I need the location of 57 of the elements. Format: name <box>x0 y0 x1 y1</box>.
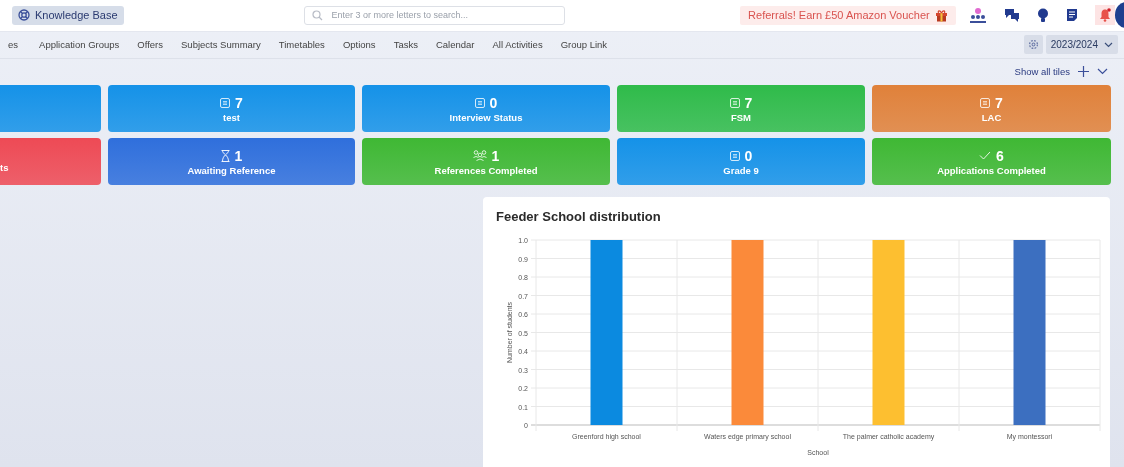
tile-count: 6 <box>996 147 1004 164</box>
chart-title: Feeder School distribution <box>496 209 662 224</box>
nav-tab[interactable]: Offers <box>128 39 173 51</box>
tile-label: LAC <box>981 111 1002 123</box>
tile-label: ts <box>0 162 9 173</box>
nav-tab[interactable]: es <box>0 39 31 51</box>
tile-count: 0 <box>489 94 498 111</box>
nav-tab[interactable]: Timetables <box>269 39 334 51</box>
bell-icon <box>1098 8 1111 23</box>
tile-count: 1 <box>234 147 243 164</box>
check-icon <box>979 151 992 160</box>
stat-tile[interactable] <box>0 85 101 132</box>
search-icon <box>311 9 323 21</box>
chevron-down-icon[interactable] <box>1097 68 1108 76</box>
plus-icon[interactable] <box>1078 66 1089 78</box>
tile-label: Applications Completed <box>937 164 1046 176</box>
tile-label: Awaiting Reference <box>187 164 276 176</box>
nav-tab[interactable]: Application Groups <box>30 39 129 51</box>
nav-tab[interactable]: Tasks <box>384 39 427 51</box>
hourglass-icon <box>220 149 230 162</box>
chat-icon[interactable] <box>1003 8 1020 23</box>
document-icon[interactable] <box>1065 8 1078 23</box>
knowledge-base-button[interactable]: Knowledge Base <box>12 5 124 25</box>
tile-count: 7 <box>744 94 753 111</box>
search-field[interactable]: Enter 3 or more letters to search... <box>303 5 566 25</box>
settings-button[interactable] <box>1023 35 1043 55</box>
show-all-tiles-link[interactable]: Show all tiles <box>1014 66 1070 78</box>
tile-label: test <box>223 111 240 123</box>
gift-icon <box>934 8 948 22</box>
lifebuoy-icon <box>18 9 30 22</box>
lightbulb-icon[interactable] <box>1036 7 1049 23</box>
nav-tab[interactable]: All Activities <box>483 39 552 51</box>
tile-label: Grade 9 <box>723 164 759 176</box>
tile-label: FSM <box>730 111 752 123</box>
year-dropdown[interactable]: 2023/2024 <box>1045 35 1118 55</box>
nav-tab[interactable]: Group Link <box>551 39 617 51</box>
list-icon <box>474 97 485 108</box>
list-icon <box>220 97 231 108</box>
group-icon[interactable] <box>968 7 987 24</box>
tile-label: References Completed <box>434 164 538 176</box>
tile-label: Interview Status <box>449 111 523 123</box>
nav-tab[interactable]: Calendar <box>426 39 484 51</box>
tile-count: 0 <box>744 147 753 164</box>
nav-tab[interactable]: Subjects Summary <box>172 39 270 51</box>
people-icon <box>472 150 487 161</box>
list-icon <box>729 97 740 108</box>
chevron-down-icon <box>1104 41 1113 48</box>
list-icon <box>980 97 991 108</box>
settings-icon <box>1027 39 1039 51</box>
stat-tile[interactable]: 1 Awaiting Reference <box>108 138 355 185</box>
referral-banner[interactable]: Referrals! Earn £50 Amazon Voucher <box>740 5 956 25</box>
tile-count: 7 <box>235 94 243 111</box>
notifications-button[interactable] <box>1094 5 1115 26</box>
tile-count: 7 <box>995 94 1003 111</box>
list-icon <box>729 150 740 161</box>
tile-count: 1 <box>491 147 500 164</box>
nav-tab[interactable]: Options <box>333 39 385 51</box>
